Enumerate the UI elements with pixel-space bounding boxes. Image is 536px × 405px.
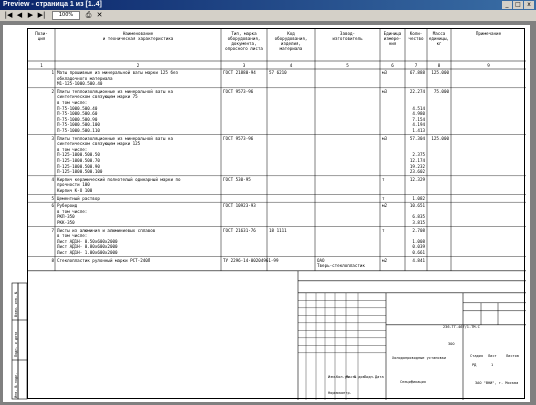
row-position: 3 — [51, 135, 54, 141]
row-doc: ГОСТ 21880-94 — [223, 70, 256, 75]
column-number: 4 — [289, 63, 293, 68]
row-qty-line: 2.708 — [412, 227, 425, 233]
row-name-line: П-125-1000.500.100 — [57, 169, 103, 175]
stamp-object-title: ЗОО — [448, 342, 455, 346]
maximize-button[interactable]: □ — [513, 1, 523, 9]
next-page-icon[interactable]: ▶ — [26, 11, 35, 20]
last-page-icon[interactable]: ▶| — [37, 11, 46, 20]
column-header: Примечание — [475, 31, 502, 36]
row-name-line: Стеклопластик рулонный марки РСТ-240Л — [57, 257, 151, 263]
row-position: 5 — [51, 195, 54, 201]
stamp-role-normcontrol: Нормоконтр. — [328, 391, 352, 395]
stamp-sheet: 1 — [491, 363, 494, 367]
window-title: Preview - страница 1 из [1..4] — [3, 1, 102, 8]
stamp-sheets-label: Листов — [506, 354, 519, 358]
print-icon[interactable]: ⎙ — [84, 11, 93, 20]
toolbar: |◀ ◀ ▶ ▶| 100% ⎙ ✕ — [0, 10, 536, 22]
spec-sheet: Пози- ция Наименование и техническая хара… — [27, 28, 526, 400]
document-page: Взам. инв. № Подп. и дата Инв. № подл. П… — [3, 25, 530, 402]
preview-window: Preview - страница 1 из [1..4] _ □ x |◀ … — [0, 0, 536, 405]
stamp-stage-label: Стадия — [470, 354, 483, 358]
row-position: 2 — [51, 88, 54, 94]
row-code: 57 6210 — [269, 70, 287, 75]
row-position: 1 — [51, 70, 54, 75]
row-doc: ГОСТ 10923-93 — [223, 203, 256, 209]
column-number: 2 — [136, 63, 140, 68]
column-header: Код оборудования, изделия, материала — [274, 31, 308, 51]
row-mass: 125.000 — [431, 135, 449, 141]
row-mass: 125.000 — [431, 70, 449, 75]
stamp-section-title: Спецификация — [400, 380, 426, 384]
row-qty-line: 10.651 — [409, 203, 425, 209]
row-qty-line: 12.329 — [409, 176, 425, 182]
first-page-icon[interactable]: |◀ — [4, 11, 13, 20]
row-position: 8 — [51, 257, 54, 263]
column-number: 7 — [414, 63, 418, 68]
row-qty-line: 22.274 — [409, 88, 425, 94]
stamp-col-date: Дата — [375, 375, 384, 379]
row-position: 4 — [51, 176, 54, 182]
row-name-line: М1-125-1000.500.40 — [57, 81, 103, 87]
row-doc: ГОСТ 9573-96 — [223, 88, 254, 94]
row-maker: ОАО Тверь-стеклопластик — [317, 257, 365, 269]
row-unit: т — [382, 227, 385, 233]
column-number: 6 — [391, 63, 394, 68]
row-unit: м3 — [382, 70, 388, 75]
prev-page-icon[interactable]: ◀ — [15, 11, 24, 20]
zoom-select[interactable]: 100% — [52, 11, 80, 20]
column-header: Тип, марка оборудования, документа, опро… — [225, 31, 263, 51]
row-qty-line: 1.082 — [412, 195, 425, 201]
column-header: Наименование и техническая характеристик… — [102, 31, 174, 41]
column-number: 3 — [242, 63, 246, 68]
close-button[interactable]: x — [524, 1, 534, 9]
column-number: 9 — [487, 63, 490, 68]
row-qty-line: 0.661 — [412, 250, 425, 255]
row-unit: м3 — [382, 88, 388, 94]
column-header: Завод- изготовитель — [332, 31, 363, 41]
row-doc: ГОСТ 9573-96 — [223, 135, 254, 141]
column-number: 1 — [40, 63, 43, 68]
close-preview-icon[interactable]: ✕ — [95, 11, 104, 20]
column-header: Пози- ция — [35, 31, 48, 41]
row-unit: т — [382, 195, 385, 201]
row-qty-line: 4.841 — [412, 257, 425, 263]
row-name-line: РКК-350 — [57, 220, 75, 225]
row-name-line: П-75-1000.500.110 — [57, 128, 100, 133]
row-qty-line: 57.304 — [409, 135, 425, 141]
row-qty-line: 1.413 — [412, 128, 425, 133]
stamp-sheet-label: Лист — [488, 354, 497, 358]
row-unit: м2 — [382, 257, 388, 263]
title-bar: Preview - страница 1 из [1..4] _ □ x — [0, 0, 536, 10]
row-qty-line: 3.815 — [412, 220, 425, 225]
stamp-doc-code: 236-ТГ-467/1-ТМ.С — [443, 325, 480, 329]
side-label-sign: Подп. и дата — [14, 331, 18, 357]
column-header: Единица измере- ния — [383, 31, 402, 46]
row-unit: т — [382, 176, 385, 182]
row-mass: 75.000 — [433, 88, 449, 94]
stamp-stage: РД — [472, 363, 477, 367]
side-label-inv: Инв. № подл. — [14, 372, 18, 398]
column-header: Масса единицы, кг — [428, 31, 450, 46]
column-number: 8 — [437, 63, 441, 68]
row-qty-line: 67.888 — [409, 70, 425, 75]
row-unit: м3 — [382, 135, 388, 141]
row-position: 6 — [51, 203, 54, 209]
stamp-part-title: Холодопроводные установки — [392, 356, 447, 360]
row-doc: ТУ 2296-14-00204961-99 — [223, 257, 279, 263]
column-header: Коли- чество — [408, 31, 424, 41]
row-name-line: Цементный раствор — [57, 195, 100, 201]
row-code: 18 1111 — [269, 227, 287, 233]
minimize-button[interactable]: _ — [502, 1, 512, 9]
row-name-line: Лист АД1Н- 1.00x600x2000 — [57, 250, 118, 255]
row-qty-line: 23.602 — [409, 169, 425, 175]
stamp-org: ЗАО "ВНИ", г. Москва — [475, 381, 519, 385]
row-name-line: Кирпич К-О 100 — [57, 188, 93, 193]
row-unit: м2 — [382, 203, 388, 209]
row-doc: ГОСТ 21631-76 — [223, 227, 256, 233]
side-label-replace: Взам. инв. № — [14, 291, 18, 317]
row-position: 7 — [51, 227, 54, 233]
column-number: 5 — [346, 63, 349, 68]
row-doc: ГОСТ 530-95 — [223, 176, 251, 182]
stamp-col-sign: Подп. — [364, 375, 375, 379]
